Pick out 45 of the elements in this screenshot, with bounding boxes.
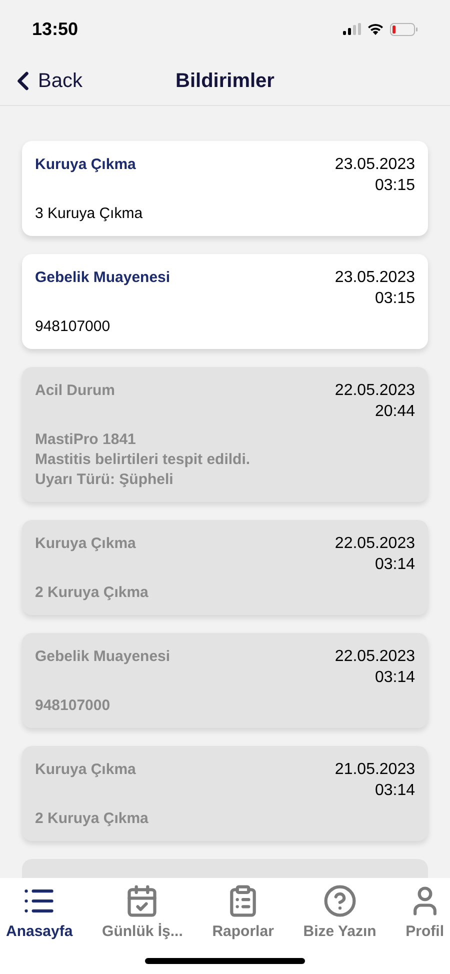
notification-date: 22.05.2023 <box>334 647 415 667</box>
tab-bar-item[interactable]: Raporlar <box>212 884 274 944</box>
wifi-icon <box>367 23 384 35</box>
notification-date: 23.05.2023 <box>334 268 415 288</box>
notification-text: Mastitis belirtileri tespit edildi. <box>35 450 252 470</box>
notification-title: Gebelik Muayenesi <box>35 647 170 667</box>
notification-title: Gebelik Muayenesi <box>35 268 170 288</box>
calendar-check-icon <box>125 884 160 918</box>
signal-icon <box>343 23 361 35</box>
notification-title: Acil Durum <box>35 381 116 401</box>
tab-bar-item[interactable]: Bize Yazın <box>303 884 376 944</box>
notification-text: Uyarı Türü: Şüpheli <box>35 470 174 490</box>
notification-title: Kuruya Çıkma <box>35 534 136 554</box>
notification-date: 22.05.2023 <box>334 381 415 401</box>
notification-time: 20:44 <box>374 402 415 422</box>
tab-bar-item[interactable]: Günlük İş... <box>102 884 183 944</box>
notification-text: 948107000 <box>35 696 112 716</box>
notification-time: 03:15 <box>374 176 415 196</box>
status-time: 13:50 <box>32 18 78 40</box>
tab-bar-item[interactable]: Profil <box>406 884 444 944</box>
notification-title: Kuruya Çıkma <box>35 155 136 175</box>
notification-card[interactable]: Gebelik Muayenesi 23.05.2023 03:15 948107000 <box>22 254 428 349</box>
back-button[interactable]: Back <box>8 66 82 96</box>
help-icon <box>322 884 357 918</box>
notification-date: 21.05.2023 <box>334 760 415 780</box>
notification-card[interactable]: Gebelik Muayenesi 22.05.2023 03:14 948107000 <box>22 633 428 728</box>
notification-text: 2 Kuruya Çıkma <box>35 583 150 603</box>
battery-icon <box>390 22 418 36</box>
notification-time: 03:15 <box>374 289 415 309</box>
notification-card[interactable]: Acil Durum 22.05.2023 20:44 MastiPro 1841 Mastitis belirtileri tespit edildi. Uyarı Türü: Şüpheli <box>22 367 428 502</box>
notification-text: MastiPro 1841 <box>35 430 137 450</box>
tab-bar-item[interactable]: Anasayfa <box>6 884 73 944</box>
notification-time: 03:14 <box>374 781 415 801</box>
notification-date: 23.05.2023 <box>334 155 415 175</box>
page-title: Bildirimler <box>176 68 274 94</box>
notification-time: 03:14 <box>374 668 415 688</box>
notification-text: 948107000 <box>35 317 112 337</box>
notification-text: 3 Kuruya Çıkma <box>35 204 144 224</box>
notification-text: 2 Kuruya Çıkma <box>35 809 150 829</box>
notification-card[interactable]: Kuruya Çıkma 23.05.2023 03:15 3 Kuruya Çıkma <box>22 141 428 236</box>
notification-title: Kuruya Çıkma <box>35 760 136 780</box>
notification-card[interactable]: Kuruya Çıkma 22.05.2023 03:14 2 Kuruya Çıkma <box>22 520 428 615</box>
notification-time: 03:14 <box>374 555 415 575</box>
notification-card[interactable]: Kuruya Çıkma 21.05.2023 03:14 2 Kuruya Çıkma <box>22 746 428 841</box>
notification-date: 22.05.2023 <box>334 534 415 554</box>
